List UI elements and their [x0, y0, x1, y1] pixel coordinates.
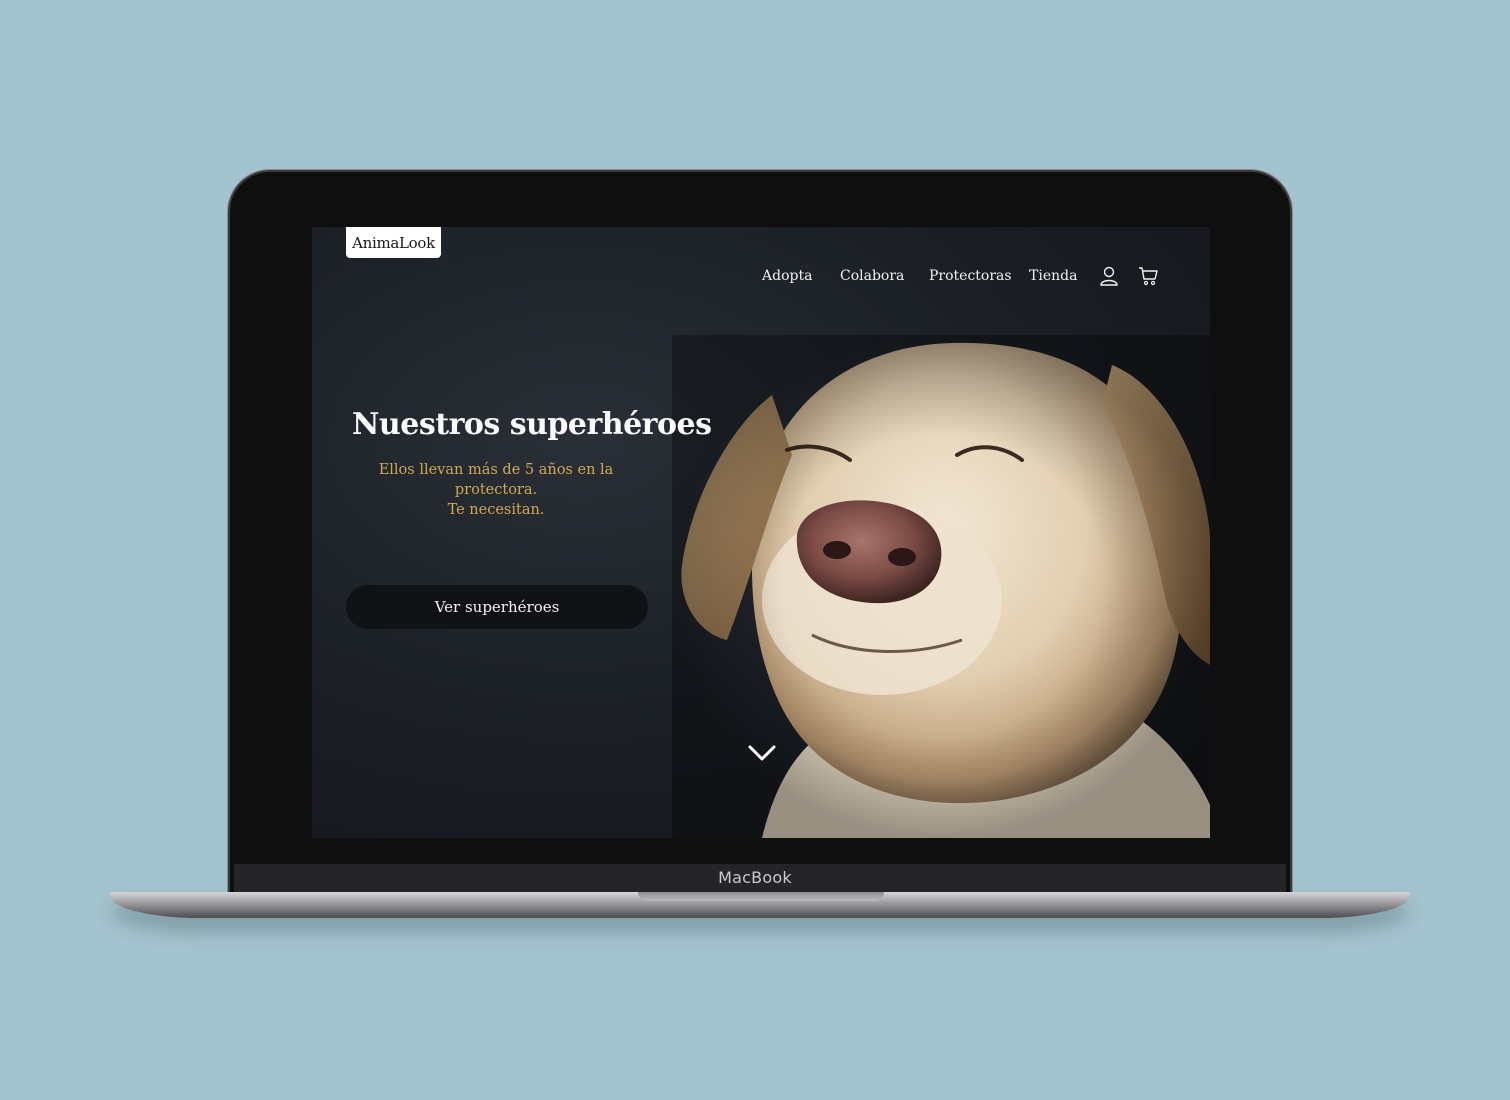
cart-icon[interactable] — [1138, 265, 1160, 287]
chevron-down-icon[interactable] — [748, 743, 776, 763]
nav-item-colabora[interactable]: Colabora — [840, 268, 904, 284]
ver-superheroes-button[interactable]: Ver superhéroes — [346, 585, 648, 629]
laptop-notch — [638, 892, 884, 901]
hero-subtitle: Ellos llevan más de 5 años en la protect… — [346, 460, 646, 520]
hero-subtitle-line-2: Te necesitan. — [447, 502, 545, 518]
hero-subtitle-line-1: Ellos llevan más de 5 años en la protect… — [378, 462, 614, 498]
cta-label: Ver superhéroes — [434, 598, 560, 616]
hero-title: Nuestros superhéroes — [352, 407, 712, 442]
nav-item-protectoras[interactable]: Protectoras — [929, 268, 1012, 284]
device-label: MacBook — [718, 868, 792, 887]
nav-item-tienda[interactable]: Tienda — [1029, 268, 1077, 284]
user-icon[interactable] — [1098, 265, 1120, 287]
logo-text: AnimaLook — [352, 233, 435, 252]
nav-item-adopta[interactable]: Adopta — [762, 268, 812, 284]
browser-viewport: AnimaLook Adopta Colabora Protectoras Ti… — [312, 227, 1210, 838]
site-logo[interactable]: AnimaLook — [346, 227, 441, 258]
